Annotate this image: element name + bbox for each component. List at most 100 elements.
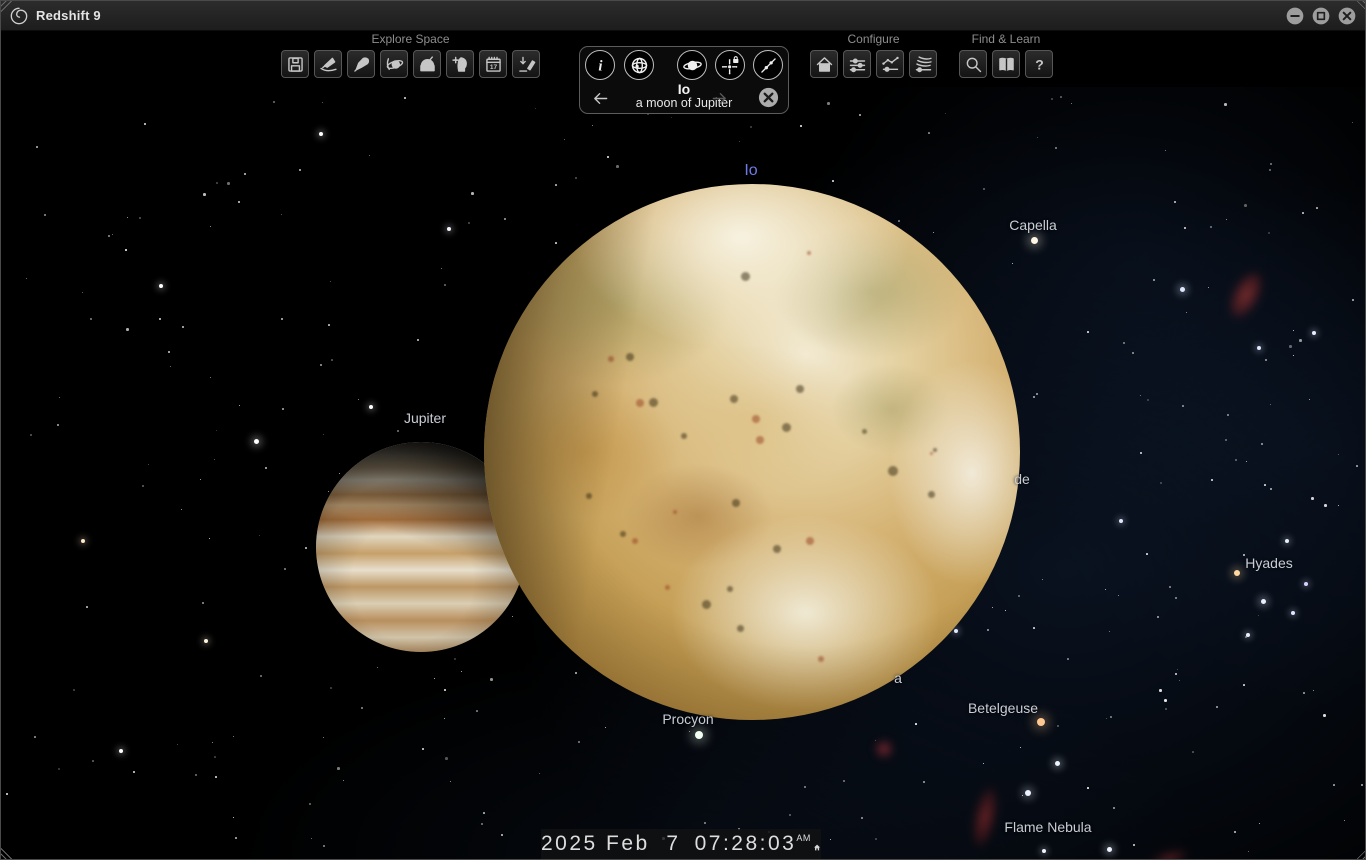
sky-label-jupiter[interactable]: Jupiter: [404, 410, 446, 426]
bright-star[interactable]: [1025, 790, 1031, 796]
bright-star[interactable]: [1030, 236, 1038, 244]
bright-star[interactable]: [1312, 331, 1316, 335]
star: [282, 408, 284, 410]
sky-label-hyades[interactable]: Hyades: [1245, 555, 1292, 571]
bright-star[interactable]: [81, 539, 85, 543]
handbook-button[interactable]: [992, 50, 1020, 78]
bright-star[interactable]: [1042, 849, 1046, 853]
calendar-button[interactable]: 17: [479, 50, 507, 78]
star: [182, 326, 184, 328]
close-window-button[interactable]: [1337, 6, 1357, 26]
sky-view-button[interactable]: [446, 50, 474, 78]
home-icon: [814, 54, 835, 75]
moon-io[interactable]: [484, 184, 1020, 720]
observation-log-button[interactable]: [512, 50, 540, 78]
bright-star[interactable]: [119, 749, 123, 753]
star: [1133, 844, 1136, 847]
star: [305, 547, 307, 549]
star: [214, 459, 216, 461]
bright-star[interactable]: [954, 629, 958, 633]
star: [441, 268, 442, 269]
constellation-settings-button[interactable]: [876, 50, 904, 78]
sky-label-flame-nebula[interactable]: Flame Nebula: [1004, 819, 1091, 835]
sky-label-a[interactable]: a: [894, 670, 902, 686]
volcanic-spot: [681, 433, 687, 439]
sky-label-betelgeuse[interactable]: Betelgeuse: [968, 700, 1038, 716]
sky-label-capella[interactable]: Capella: [1009, 217, 1056, 233]
star: [148, 464, 149, 465]
observatory-button[interactable]: [413, 50, 441, 78]
bright-star[interactable]: [369, 405, 373, 409]
bright-star[interactable]: [1119, 519, 1123, 523]
star: [616, 165, 619, 168]
solar-system-button[interactable]: [380, 50, 408, 78]
star: [1169, 586, 1171, 588]
star: [1264, 484, 1266, 486]
celestial-sphere-button[interactable]: [624, 50, 654, 80]
bright-star[interactable]: [1234, 570, 1240, 576]
time-display[interactable]: 2025 Feb 7 07:28:03 AM: [541, 829, 821, 859]
star: [331, 359, 333, 361]
maximize-window-button[interactable]: [1311, 6, 1331, 26]
current-date: 2025 Feb 7: [541, 832, 681, 855]
help-button[interactable]: ?: [1025, 50, 1053, 78]
star: [1177, 669, 1178, 670]
star: [339, 473, 341, 475]
star: [1225, 439, 1228, 442]
home-location-button[interactable]: [810, 50, 838, 78]
svg-text:?: ?: [1035, 56, 1044, 72]
star: [323, 434, 324, 435]
star: [139, 217, 142, 220]
bright-star[interactable]: [159, 284, 163, 288]
bright-star[interactable]: [1257, 346, 1261, 350]
star: [800, 125, 802, 127]
bright-star[interactable]: [695, 731, 703, 739]
display-settings-button[interactable]: [843, 50, 871, 78]
guided-flight-button[interactable]: [314, 50, 342, 78]
star: [404, 97, 406, 99]
save-button[interactable]: [281, 50, 309, 78]
star: [284, 568, 286, 570]
star: [108, 235, 110, 237]
object-info-button[interactable]: i: [585, 50, 615, 80]
sliders-icon: [847, 54, 868, 75]
bright-star[interactable]: [1291, 611, 1295, 615]
star: [1270, 404, 1272, 406]
star: [1227, 414, 1230, 417]
grid-settings-button[interactable]: [909, 50, 937, 78]
trajectory-button[interactable]: [753, 50, 783, 80]
star: [44, 214, 47, 217]
bright-star[interactable]: [204, 639, 208, 643]
bright-star[interactable]: [1037, 718, 1045, 726]
volcanic-spot: [608, 356, 614, 362]
flame-nebula-wisp: [960, 770, 1010, 859]
sky-view[interactable]: Io Capella Jupiter de Hyades a Betelgeuse Procy…: [1, 1, 1365, 859]
sky-label-procyon[interactable]: Procyon: [662, 711, 713, 727]
star: [750, 126, 753, 129]
bright-star[interactable]: [1260, 598, 1266, 604]
planet-display-button[interactable]: [677, 50, 707, 80]
bright-star[interactable]: [1285, 539, 1289, 543]
star: [330, 281, 331, 282]
forward-arrow-icon[interactable]: [709, 88, 730, 109]
star: [1159, 689, 1162, 692]
bright-star[interactable]: [1304, 582, 1308, 586]
bright-star[interactable]: [447, 227, 451, 231]
space-flight-button[interactable]: [347, 50, 375, 78]
panel-close-icon[interactable]: [757, 86, 780, 109]
bright-star[interactable]: [319, 132, 323, 136]
sky-label-de[interactable]: de: [1014, 471, 1030, 487]
star: [239, 405, 241, 407]
bright-star[interactable]: [1246, 633, 1250, 637]
bright-star[interactable]: [1179, 286, 1185, 292]
sky-label-io[interactable]: Io: [744, 162, 757, 180]
bright-star[interactable]: [253, 438, 259, 444]
center-lock-button[interactable]: [715, 50, 745, 80]
search-button[interactable]: [959, 50, 987, 78]
minimize-window-button[interactable]: [1285, 6, 1305, 26]
star: [1036, 393, 1039, 396]
star: [1087, 331, 1089, 333]
bright-star[interactable]: [1054, 760, 1060, 766]
bright-star[interactable]: [1106, 846, 1112, 852]
star: [555, 242, 557, 244]
